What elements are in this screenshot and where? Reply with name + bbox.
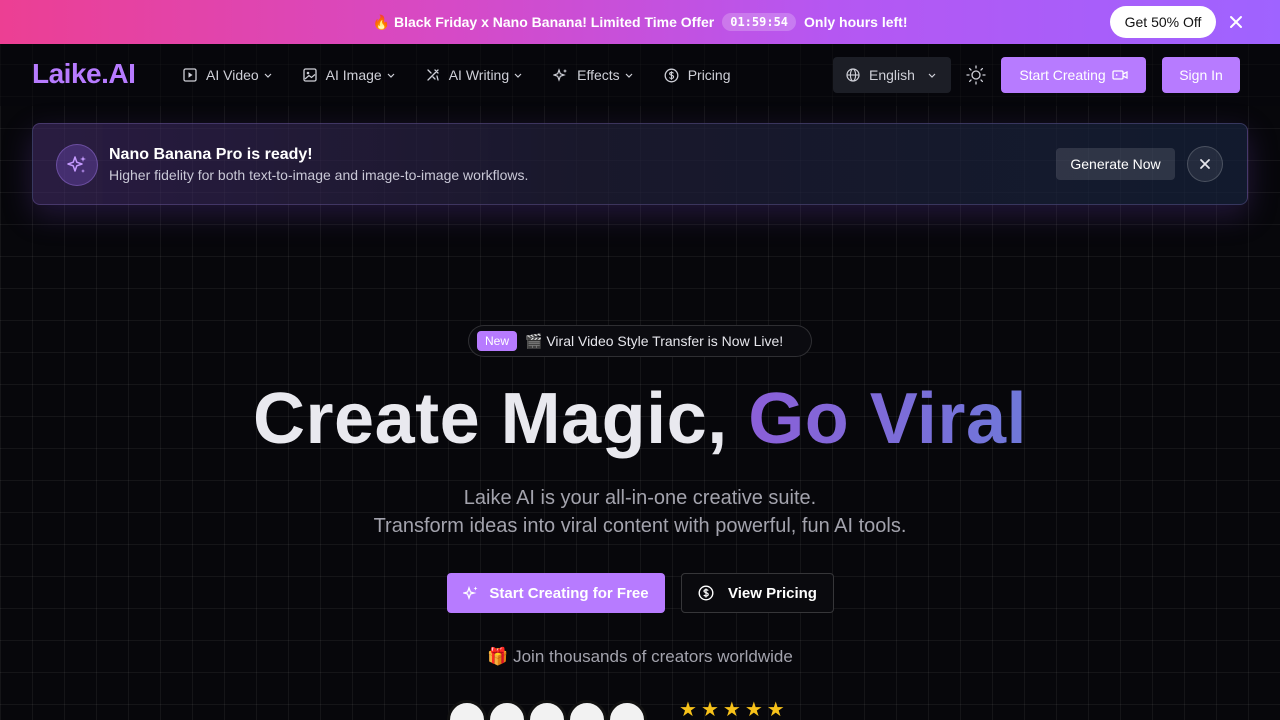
- avatar-group: [447, 700, 657, 720]
- close-promo-icon[interactable]: [1226, 12, 1246, 32]
- star-icon: ★: [679, 699, 697, 720]
- image-icon: [303, 68, 317, 82]
- nav-item-ai-image[interactable]: AI Image: [303, 64, 396, 86]
- hero-headline: Create Magic, Go Viral: [0, 378, 1280, 460]
- start-creating-button[interactable]: Start Creating: [1001, 57, 1146, 93]
- dollar-icon: [698, 585, 714, 601]
- hero-subtitle-2: Transform ideas into viral content with …: [373, 515, 907, 537]
- nav-item-ai-video[interactable]: AI Video: [183, 64, 273, 86]
- start-creating-label: Start Creating: [1019, 67, 1106, 83]
- nav-item-effects[interactable]: Effects: [553, 64, 634, 86]
- promo-text: Black Friday x Nano Banana! Limited Time…: [393, 14, 715, 30]
- promo-banner: 🔥 Black Friday x Nano Banana! Limited Ti…: [0, 0, 1280, 44]
- sparkles-icon: [553, 67, 568, 82]
- chevron-down-icon: [264, 73, 272, 78]
- nav-item-label: Effects: [577, 67, 620, 83]
- new-badge: New: [477, 331, 518, 351]
- start-free-button[interactable]: Start Creating for Free: [447, 573, 665, 613]
- star-icon: ★: [744, 699, 763, 720]
- writing-icon: [427, 69, 439, 81]
- nav-item-label: AI Writing: [448, 67, 510, 83]
- language-select[interactable]: English: [833, 57, 951, 93]
- feature-announcement-text: 🎬 Viral Video Style Transfer is Now Live…: [525, 332, 784, 349]
- hero-subtitle-1: Laike AI is your all-in-one creative sui…: [463, 487, 817, 509]
- view-pricing-button[interactable]: View Pricing: [681, 573, 834, 613]
- language-label: English: [869, 67, 915, 83]
- chevron-down-icon: [387, 73, 395, 78]
- nav-item-ai-writing[interactable]: AI Writing: [426, 64, 523, 86]
- star-icon: ★: [722, 699, 741, 720]
- fire-emoji: 🔥: [372, 13, 390, 30]
- rating-stars: ★ ★ ★ ★ ★: [679, 700, 785, 720]
- announcement-subtitle: Higher fidelity for both text-to-image a…: [109, 167, 529, 183]
- globe-icon: [846, 68, 860, 82]
- feature-announcement-pill[interactable]: New 🎬 Viral Video Style Transfer is Now …: [468, 325, 812, 357]
- promo-tail: Only hours left!: [804, 14, 908, 30]
- main-menu: AI Video AI Image AI Writing Effects Pri…: [183, 64, 760, 86]
- nav-item-pricing[interactable]: Pricing: [664, 64, 731, 86]
- get-offer-button[interactable]: Get 50% Off: [1110, 6, 1216, 38]
- avatar: [527, 700, 567, 720]
- sun-icon[interactable]: [965, 64, 987, 86]
- chevron-down-icon: [514, 73, 522, 78]
- star-icon: ★: [766, 699, 785, 720]
- top-nav: Laike.AI AI Video AI Image AI Writing Ef…: [0, 44, 1280, 106]
- view-pricing-label: View Pricing: [728, 584, 817, 602]
- avatar: [447, 700, 487, 720]
- avatar: [567, 700, 607, 720]
- star-icon: ★: [700, 699, 719, 720]
- avatar: [607, 700, 647, 720]
- chevron-down-icon: [625, 73, 633, 78]
- sparkles-icon: [56, 144, 98, 186]
- join-creators-text: 🎁 Join thousands of creators worldwide: [487, 647, 793, 666]
- start-free-label: Start Creating for Free: [489, 584, 649, 602]
- sparkles-icon: [463, 586, 478, 600]
- nav-item-label: AI Image: [325, 67, 382, 83]
- headline-plain: Create Magic,: [253, 379, 749, 459]
- announcement-card: Nano Banana Pro is ready! Higher fidelit…: [32, 123, 1248, 205]
- video-icon: [183, 68, 197, 82]
- countdown-timer: 01:59:54: [722, 13, 797, 31]
- avatar: [487, 700, 527, 720]
- chevron-down-icon: [928, 73, 936, 78]
- headline-accent: Go Viral: [748, 379, 1027, 459]
- logo[interactable]: Laike.AI: [32, 58, 136, 90]
- video-camera-icon: [1112, 70, 1128, 80]
- dollar-icon: [664, 68, 679, 82]
- nav-item-label: Pricing: [687, 67, 731, 83]
- generate-now-button[interactable]: Generate Now: [1056, 148, 1175, 180]
- sign-in-button[interactable]: Sign In: [1162, 57, 1240, 93]
- nav-item-label: AI Video: [206, 67, 259, 83]
- announcement-title: Nano Banana Pro is ready!: [109, 146, 313, 163]
- close-announcement-icon[interactable]: [1187, 146, 1223, 182]
